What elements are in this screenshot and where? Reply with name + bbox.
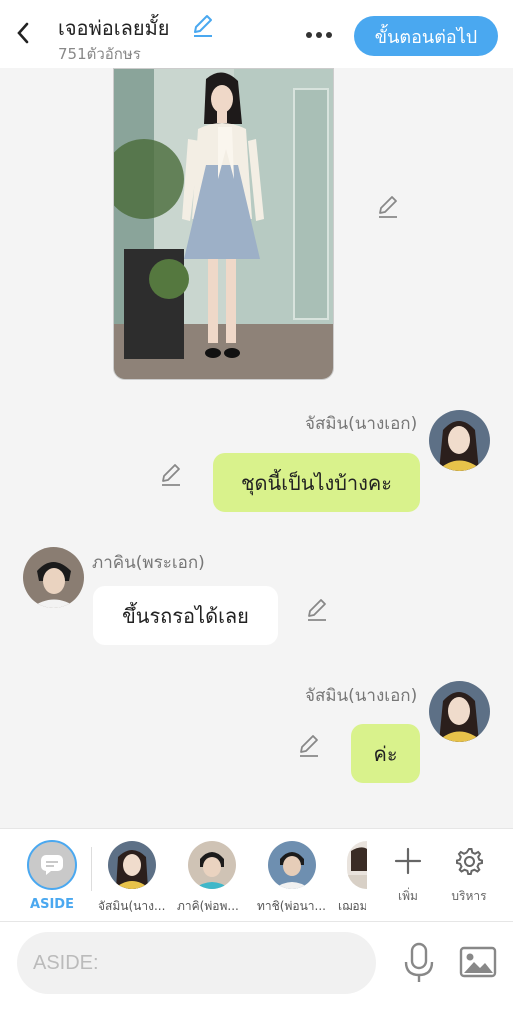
microphone-button[interactable] [400,942,438,984]
more-horizontal-icon [306,32,312,38]
pencil-icon [300,735,318,757]
character-count: 751ตัวอักษร [58,45,141,63]
pencil-icon [379,196,397,218]
add-character-button[interactable] [388,841,428,881]
more-options-button[interactable] [300,22,338,48]
edit-message-button[interactable] [304,596,330,622]
character-avatar[interactable] [108,841,156,889]
character-avatar[interactable] [347,841,367,889]
next-step-button[interactable]: ขั้นตอนต่อไป [354,16,498,56]
sender-name: ภาคิน(พระเอก) [92,553,205,573]
header: เจอพ่อเลยมั้ย 751ตัวอักษร ขั้นตอนต่อไป [0,0,513,68]
edit-message-button[interactable] [296,732,322,758]
input-bar [0,922,513,1012]
story-title[interactable]: เจอพ่อเลยมั้ย [58,12,169,44]
story-image[interactable] [113,68,334,380]
pencil-icon [162,464,180,486]
message-bubble[interactable]: ค่ะ [351,724,420,783]
image-icon [459,946,497,978]
plus-icon [394,847,422,875]
character-name: ทาชิ(พ่อนา... [257,899,326,913]
back-button[interactable] [10,20,36,46]
character-name: ภาคิ(พ่อพ... [177,899,239,913]
character-avatar[interactable] [188,841,236,889]
character-bar: ASIDE จัสมิน(นาง... ภาคิ(พ่อพ... ทาชิ(พ่… [0,828,513,922]
divider [91,847,92,891]
image-upload-button[interactable] [458,942,498,982]
edit-title-button[interactable] [190,12,216,38]
avatar-jasmine[interactable] [429,681,490,742]
character-avatar[interactable] [268,841,316,889]
sender-name: จัสมิน(นางเอก) [305,414,418,434]
aside-button[interactable] [27,840,77,890]
pencil-icon [308,599,326,621]
avatar-phakin[interactable] [23,547,84,608]
sender-name: จัสมิน(นางเอก) [305,686,418,706]
avatar-jasmine[interactable] [429,410,490,471]
microphone-icon [404,942,434,982]
message-bubble[interactable]: ชุดนี้เป็นไงบ้างคะ [213,453,420,512]
edit-message-button[interactable] [158,461,184,487]
add-label: เพิ่ม [398,889,418,903]
gear-icon [456,848,483,875]
message-input[interactable] [17,932,376,994]
message-bubble[interactable]: ขึ้นรถรอได้เลย [93,586,278,645]
manage-button[interactable] [449,841,489,881]
message-icon [41,855,63,875]
aside-label: ASIDE [30,897,74,912]
fashion-photo [114,69,333,379]
edit-image-button[interactable] [375,193,401,219]
character-name: เฌอม [338,899,366,913]
chevron-left-icon [17,22,29,44]
pencil-icon [194,15,212,37]
manage-label: บริหาร [451,889,487,903]
character-name: จัสมิน(นาง... [98,899,166,913]
